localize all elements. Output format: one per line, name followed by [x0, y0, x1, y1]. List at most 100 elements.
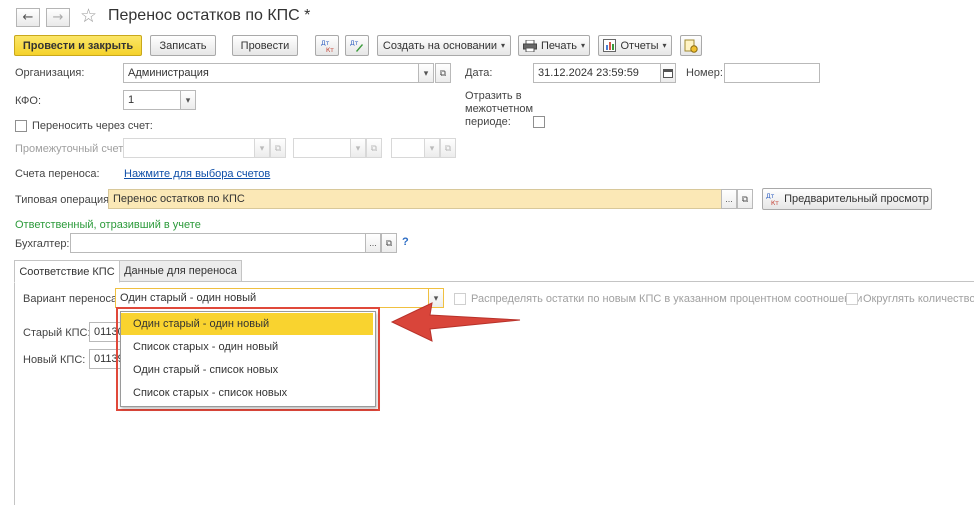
open-icon: ⧉: [444, 142, 452, 153]
reports-label: Отчеты: [620, 39, 659, 52]
svg-text:Дт: Дт: [350, 40, 359, 47]
responsible-heading: Ответственный, отразивший в учете: [15, 219, 201, 231]
kfo-field[interactable]: 1: [123, 90, 181, 110]
accountant-open-button[interactable]: ⧉: [381, 233, 397, 253]
print-label: Печать: [540, 39, 578, 52]
dropdown-option[interactable]: Один старый - список новых: [121, 359, 373, 381]
intermediate-subconto1-open[interactable]: ⧉: [366, 138, 382, 158]
arrow-left-icon: ←: [22, 10, 34, 25]
tab-kps-mapping[interactable]: Соответствие КПС: [14, 260, 120, 283]
select-accounts-link[interactable]: Нажмите для выбора счетов: [124, 168, 270, 180]
variant-label: Вариант переноса:: [23, 293, 121, 305]
organization-dropdown-button[interactable]: ▾: [418, 63, 434, 83]
post-button[interactable]: Провести: [232, 35, 298, 56]
variant-select[interactable]: Один старый - один новый: [115, 288, 429, 308]
reflect-label-line3: периоде:: [465, 116, 511, 128]
post-label: Провести: [240, 39, 290, 52]
reflect-label-line2: межотчетном: [465, 103, 534, 115]
post-and-close-label: Провести и закрыть: [22, 39, 134, 52]
distribute-percent-label: Распределять остатки по новым КПС в указ…: [471, 293, 863, 305]
intermediate-subconto2-open[interactable]: ⧉: [440, 138, 456, 158]
calendar-button[interactable]: [660, 63, 676, 83]
open-icon: ⧉: [741, 193, 749, 204]
arrow-right-icon: →: [52, 10, 64, 25]
help-icon[interactable]: ?: [402, 236, 409, 248]
edit-entries-button[interactable]: Дт: [345, 35, 369, 56]
debit-credit-button[interactable]: Дт Кт: [315, 35, 339, 56]
pencil-icon: Дт: [350, 40, 363, 52]
printer-icon: [522, 39, 537, 52]
typical-operation-open-button[interactable]: ⧉: [737, 189, 753, 209]
chevron-down-icon: ▾: [355, 142, 361, 153]
typical-operation-select-button[interactable]: ...: [721, 189, 737, 209]
number-field[interactable]: [724, 63, 820, 83]
organization-label: Организация:: [15, 67, 85, 79]
date-field[interactable]: 31.12.2024 23:59:59: [533, 63, 661, 83]
intermediate-account-open[interactable]: ⧉: [270, 138, 286, 158]
tab-transfer-data[interactable]: Данные для переноса: [119, 260, 242, 282]
dropdown-option[interactable]: Список старых - список новых: [121, 382, 373, 404]
calendar-icon: [663, 69, 673, 78]
dropdown-option[interactable]: Один старый - один новый: [121, 313, 373, 335]
organization-field[interactable]: Администрация: [123, 63, 419, 83]
intermediate-subconto2-field[interactable]: [391, 138, 425, 158]
organization-open-button[interactable]: ⧉: [435, 63, 451, 83]
structure-button[interactable]: [680, 35, 702, 56]
svg-text:Дт: Дт: [321, 40, 330, 47]
date-label: Дата:: [465, 67, 493, 79]
dropdown-option-label: Один старый - один новый: [133, 318, 270, 330]
preview-button[interactable]: Дт Кт Предварительный просмотр: [762, 188, 932, 210]
open-icon: ⧉: [370, 142, 378, 153]
chevron-down-icon: ▾: [662, 41, 667, 50]
preview-label: Предварительный просмотр: [784, 193, 929, 205]
create-based-on-button[interactable]: Создать на основании ▾: [377, 35, 511, 56]
tab-transfer-data-label: Данные для переноса: [124, 265, 237, 277]
reflect-label-line1: Отразить в: [465, 90, 522, 102]
reflect-interperiod-checkbox[interactable]: [533, 116, 545, 128]
dropdown-option-label: Список старых - список новых: [133, 387, 288, 399]
variant-dropdown-list: Один старый - один новый Список старых -…: [120, 311, 376, 407]
page-title: Перенос остатков по КПС *: [108, 7, 311, 24]
chevron-down-icon: ▾: [423, 67, 429, 78]
chevron-down-icon: ▾: [429, 142, 435, 153]
number-label: Номер:: [686, 67, 723, 79]
accountant-field[interactable]: [70, 233, 366, 253]
intermediate-subconto2-dropdown[interactable]: ▾: [424, 138, 440, 158]
round-quantity-checkbox[interactable]: [846, 293, 858, 305]
transfer-via-account-label: Переносить через счет:: [32, 120, 153, 132]
intermediate-subconto1-field[interactable]: [293, 138, 351, 158]
forward-button[interactable]: →: [46, 8, 70, 27]
intermediate-subconto1-dropdown[interactable]: ▾: [350, 138, 366, 158]
tab-kps-mapping-label: Соответствие КПС: [19, 265, 115, 278]
dropdown-option-label: Список старых - один новый: [133, 341, 279, 353]
back-button[interactable]: ←: [16, 8, 40, 27]
dropdown-option-label: Один старый - список новых: [133, 364, 279, 376]
accountant-label: Бухгалтер:: [15, 238, 70, 250]
open-icon: ⧉: [274, 142, 282, 153]
dropdown-option[interactable]: Список старых - один новый: [121, 336, 373, 358]
open-icon: ⧉: [385, 237, 393, 248]
ellipsis-icon: ...: [369, 238, 377, 248]
favorite-star-icon[interactable]: ☆: [80, 5, 97, 27]
annotation-arrow-icon: [390, 302, 521, 342]
debit-credit-icon: Дт Кт: [766, 193, 779, 206]
intermediate-account-dropdown[interactable]: ▾: [254, 138, 270, 158]
intermediate-account-field[interactable]: [123, 138, 255, 158]
reports-button[interactable]: Отчеты ▾: [598, 35, 672, 56]
create-based-on-label: Создать на основании: [382, 39, 498, 52]
chevron-down-icon: ▾: [581, 41, 586, 50]
save-button[interactable]: Записать: [150, 35, 216, 56]
report-icon: [603, 39, 617, 52]
chevron-down-icon: ▾: [501, 41, 506, 50]
transfer-via-account-checkbox[interactable]: [15, 120, 27, 132]
intermediate-account-label: Промежуточный счет:: [15, 143, 127, 155]
post-and-close-button[interactable]: Провести и закрыть: [14, 35, 142, 56]
typical-operation-field[interactable]: Перенос остатков по КПС: [108, 189, 722, 209]
typical-operation-label: Типовая операция:: [15, 194, 113, 206]
debit-credit-icon: Дт Кт: [321, 40, 334, 53]
accountant-select-button[interactable]: ...: [365, 233, 381, 253]
kfo-dropdown-button[interactable]: ▾: [180, 90, 196, 110]
round-quantity-label: Округлять количество: [863, 293, 974, 305]
print-button[interactable]: Печать ▾: [518, 35, 590, 56]
kfo-label: КФО:: [15, 95, 42, 107]
